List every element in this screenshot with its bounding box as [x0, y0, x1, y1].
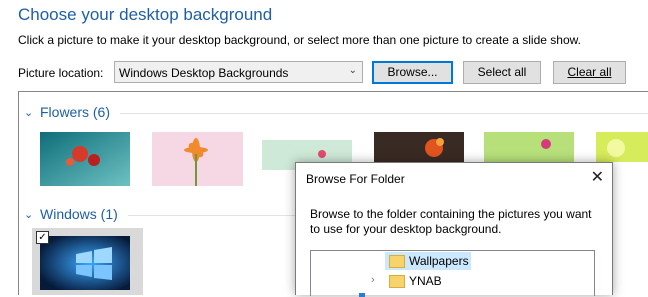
dialog-description: Browse to the folder containing the pict…	[310, 207, 592, 236]
flower-thumbnail[interactable]	[152, 132, 243, 186]
tree-item-ynab[interactable]: › YNAB	[369, 272, 489, 290]
picture-location-label: Picture location:	[18, 66, 104, 80]
tree-item-label: YNAB	[409, 274, 442, 288]
flower-thumbnail[interactable]	[374, 132, 464, 162]
page-title: Choose your desktop background	[18, 5, 273, 24]
flower-thumbnail[interactable]	[596, 132, 648, 162]
tree-expand-indicator	[359, 293, 365, 297]
dialog-title: Browse For Folder	[306, 172, 405, 186]
chevron-down-icon: ⌄	[348, 65, 357, 76]
folder-icon	[389, 255, 405, 268]
group-title-windows[interactable]: Windows (1)	[40, 206, 118, 222]
chevron-down-icon[interactable]: ⌄	[24, 208, 33, 221]
chevron-right-icon[interactable]: ›	[371, 274, 375, 286]
clear-all-button[interactable]: Clear all	[553, 61, 626, 84]
select-all-button-label: Select all	[477, 65, 527, 79]
browse-for-folder-dialog: Browse For Folder ✕ Browse to the folder…	[295, 162, 613, 297]
group-divider	[128, 215, 295, 216]
group-divider	[120, 113, 648, 114]
select-all-button[interactable]: Select all	[463, 61, 541, 84]
checkbox-icon[interactable]: ✓	[36, 231, 49, 244]
browse-button-label: Browse...	[387, 65, 438, 79]
close-icon[interactable]: ✕	[591, 167, 604, 187]
picture-location-dropdown[interactable]: Windows Desktop Backgrounds ⌄	[114, 61, 363, 83]
clear-all-button-label: Clear all	[567, 65, 612, 79]
folder-icon	[389, 275, 405, 288]
tree-item-label: Wallpapers	[409, 254, 469, 268]
browse-button[interactable]: Browse...	[372, 61, 453, 84]
picture-location-value: Windows Desktop Backgrounds	[119, 66, 289, 80]
page-description: Click a picture to make it your desktop …	[18, 33, 581, 47]
windows-thumbnail[interactable]	[40, 236, 130, 290]
tree-item-wallpapers[interactable]: Wallpapers	[385, 252, 471, 270]
flower-thumbnail[interactable]	[484, 132, 574, 162]
folder-tree[interactable]: Wallpapers › YNAB	[310, 250, 595, 297]
group-title-flowers[interactable]: Flowers (6)	[40, 104, 110, 120]
flower-thumbnail[interactable]	[40, 132, 130, 186]
chevron-down-icon[interactable]: ⌄	[24, 106, 33, 119]
